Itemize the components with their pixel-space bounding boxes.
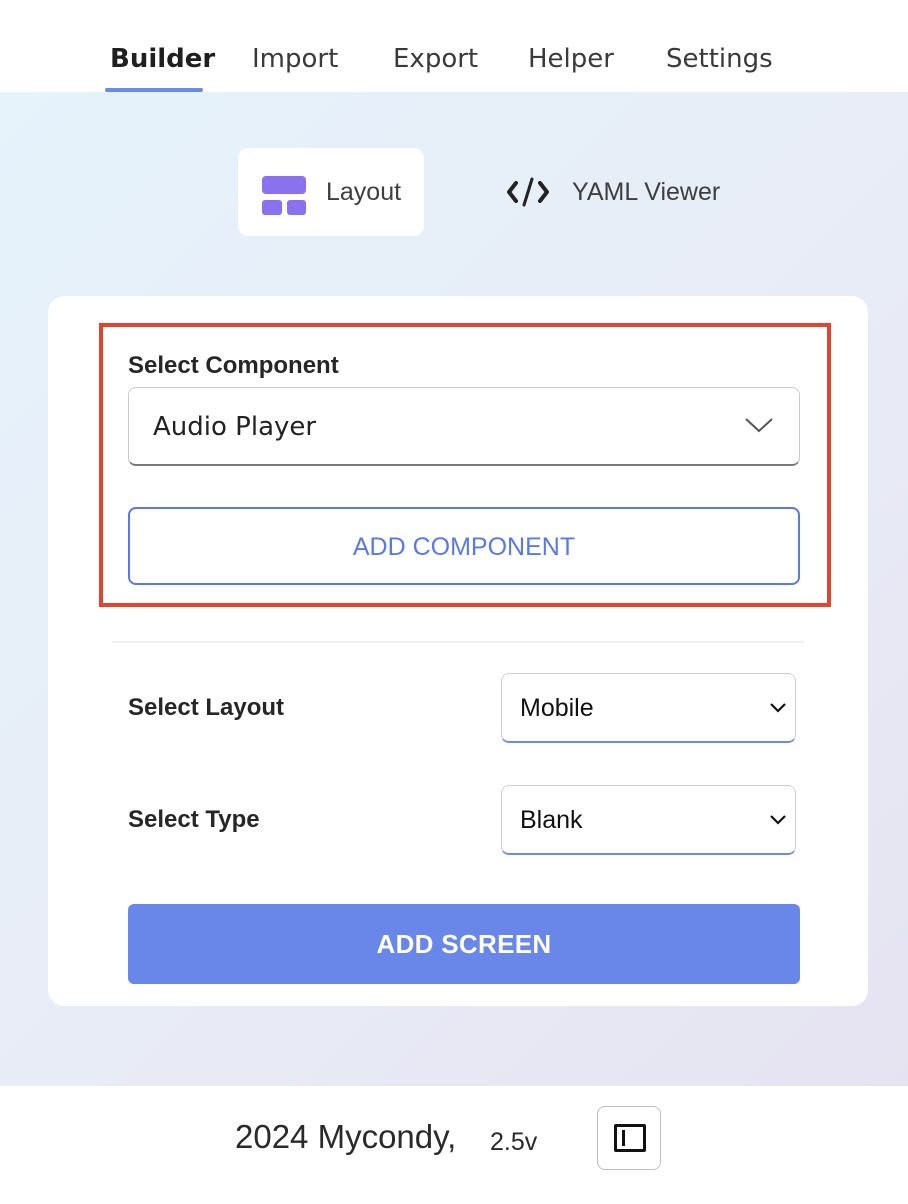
layout-view-label: Layout xyxy=(326,178,402,206)
add-screen-button[interactable]: ADD SCREEN xyxy=(128,904,800,984)
layout-select-value: Mobile xyxy=(520,694,594,722)
sidebar-toggle-button[interactable] xyxy=(597,1106,661,1170)
main-panel: Layout YAML Viewer Select Component Audi… xyxy=(0,92,908,1086)
code-icon xyxy=(507,177,549,207)
type-select-value: Blank xyxy=(520,806,583,834)
tab-settings[interactable]: Settings xyxy=(666,44,773,74)
builder-card: Select Component Audio Player ADD COMPON… xyxy=(48,296,868,1006)
select-component-label: Select Component xyxy=(128,352,339,379)
copyright-text: 2024 Mycondy, xyxy=(235,1118,457,1155)
section-divider xyxy=(112,641,804,643)
chevron-down-icon xyxy=(770,815,786,825)
layout-icon xyxy=(262,176,306,216)
component-select[interactable]: Audio Player xyxy=(128,387,800,466)
chevron-down-icon xyxy=(770,703,786,713)
yaml-viewer-button[interactable]: YAML Viewer xyxy=(500,148,750,236)
add-screen-label: ADD SCREEN xyxy=(376,929,552,959)
sidebar-toggle-icon xyxy=(614,1124,646,1152)
layout-select[interactable]: Mobile xyxy=(501,673,796,743)
add-component-button[interactable]: ADD COMPONENT xyxy=(128,507,800,585)
chevron-down-icon xyxy=(745,418,773,433)
version-text: 2.5v xyxy=(490,1128,538,1156)
layout-view-button[interactable]: Layout xyxy=(238,148,424,236)
tab-import[interactable]: Import xyxy=(252,44,338,74)
tab-helper[interactable]: Helper xyxy=(528,44,614,74)
footer: 2024 Mycondy, 2.5v xyxy=(0,1086,908,1204)
add-component-label: ADD COMPONENT xyxy=(352,533,576,561)
component-select-value: Audio Player xyxy=(153,412,317,442)
top-tab-bar: Builder Import Export Helper Settings xyxy=(0,0,908,92)
type-select[interactable]: Blank xyxy=(501,785,796,855)
select-type-label: Select Type xyxy=(128,806,260,833)
tab-builder[interactable]: Builder xyxy=(110,44,215,74)
yaml-viewer-label: YAML Viewer xyxy=(572,178,721,206)
select-layout-label: Select Layout xyxy=(128,694,285,721)
tab-export[interactable]: Export xyxy=(393,44,478,74)
